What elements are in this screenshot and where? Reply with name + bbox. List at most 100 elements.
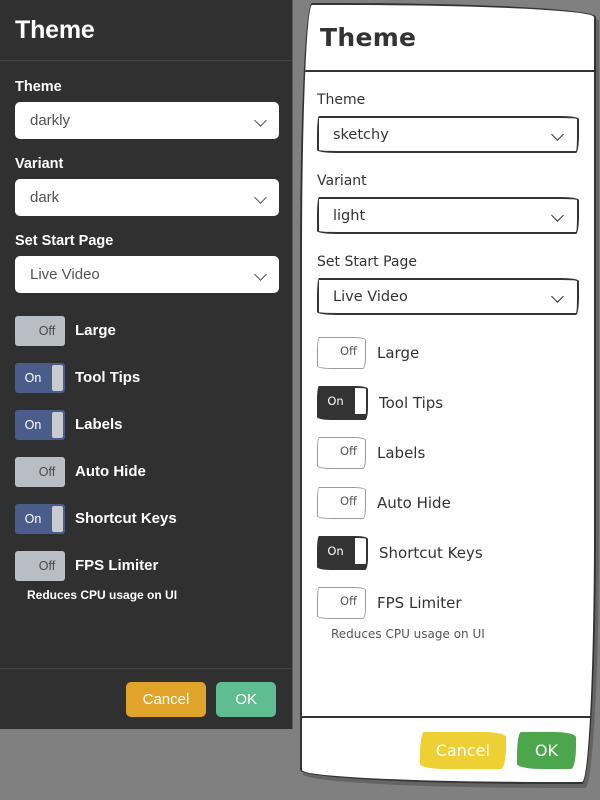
toggle-label-labels: Labels	[377, 444, 426, 462]
toggle-row-large: Off Large	[317, 337, 579, 369]
variant-field-label: Variant	[317, 173, 367, 189]
chevron-down-icon	[552, 209, 565, 222]
toggle-row-large: Off Large	[15, 314, 277, 347]
fps-limiter-helper-text: Reduces CPU usage on UI	[331, 627, 485, 641]
ok-button[interactable]: OK	[516, 731, 576, 769]
toggle-state-label: On	[24, 370, 42, 385]
large-toggle[interactable]: Off	[15, 315, 65, 346]
chevron-down-icon	[255, 114, 268, 127]
variant-select-value: light	[333, 207, 366, 224]
toggle-label-large: Large	[377, 344, 420, 362]
toggle-list: Off Large On Tool Tips On Labels Off Aut…	[15, 314, 277, 602]
theme-select-value: darkly	[30, 112, 71, 129]
toggle-label-fps-limiter: FPS Limiter	[75, 557, 159, 574]
auto-hide-toggle[interactable]: Off	[317, 487, 366, 519]
chevron-down-icon	[552, 290, 565, 303]
fps-limiter-toggle[interactable]: Off	[317, 587, 366, 619]
toggle-state-label: Off	[38, 323, 56, 338]
toggle-knob	[318, 338, 329, 364]
toggle-state-label: On	[327, 544, 344, 558]
theme-select-value: sketchy	[333, 126, 389, 143]
toggle-label-fps-limiter: FPS Limiter	[377, 594, 462, 612]
toggle-row-tool-tips: On Tool Tips	[317, 386, 579, 420]
toggle-knob	[17, 318, 28, 344]
darkly-theme-dialog: Theme Theme darkly Variant dark Set Star…	[0, 0, 293, 729]
toggle-row-tool-tips: On Tool Tips	[15, 361, 277, 394]
toggle-knob	[318, 488, 329, 514]
toggle-state-label: Off	[340, 494, 357, 508]
chevron-down-icon	[552, 128, 565, 141]
toggle-row-shortcut-keys: On Shortcut Keys	[317, 536, 579, 570]
theme-field-label: Theme	[317, 92, 366, 108]
dialog-header: Theme	[0, 0, 292, 61]
tool-tips-toggle[interactable]: On	[15, 362, 65, 393]
shortcut-keys-toggle[interactable]: On	[15, 503, 65, 534]
variant-select-value: dark	[30, 189, 60, 206]
page-title: Theme	[15, 15, 95, 44]
toggle-state-label: On	[24, 417, 42, 432]
tool-tips-toggle[interactable]: On	[317, 386, 368, 420]
toggle-knob	[52, 364, 63, 391]
large-toggle[interactable]: Off	[317, 337, 366, 369]
chevron-down-icon	[255, 191, 268, 204]
toggle-row-auto-hide: Off Auto Hide	[15, 455, 277, 488]
start-page-select[interactable]: Live Video	[317, 278, 579, 315]
toggle-label-auto-hide: Auto Hide	[75, 463, 146, 480]
toggle-row-labels: Off Labels	[317, 437, 579, 469]
cancel-button[interactable]: Cancel	[419, 731, 506, 769]
toggle-label-shortcut-keys: Shortcut Keys	[75, 510, 177, 527]
toggle-state-label: Off	[340, 444, 357, 458]
toggle-label-labels: Labels	[75, 416, 123, 433]
toggle-knob	[318, 588, 329, 614]
sketchy-theme-dialog: Theme Theme sketchy Variant light Set St…	[300, 3, 596, 784]
start-page-select-value: Live Video	[333, 288, 408, 305]
dialog-header: Theme	[302, 5, 594, 72]
toggle-knob	[52, 411, 63, 438]
toggle-label-tool-tips: Tool Tips	[379, 394, 444, 412]
variant-field-label: Variant	[15, 156, 64, 172]
toggle-knob	[318, 438, 329, 464]
variant-select[interactable]: light	[317, 197, 579, 234]
toggle-row-auto-hide: Off Auto Hide	[317, 487, 579, 519]
start-page-select-value: Live Video	[30, 266, 100, 283]
toggle-knob	[17, 553, 28, 579]
dialog-footer: Cancel OK	[0, 668, 292, 729]
start-page-select[interactable]: Live Video	[15, 256, 279, 293]
labels-toggle[interactable]: On	[15, 409, 65, 440]
start-page-field-label: Set Start Page	[15, 233, 114, 249]
toggle-knob	[17, 459, 28, 485]
toggle-knob	[355, 538, 366, 564]
fps-limiter-helper-text: Reduces CPU usage on UI	[27, 588, 178, 602]
toggle-row-labels: On Labels	[15, 408, 277, 441]
toggle-list: Off Large On Tool Tips Off Labels Off Au…	[317, 337, 579, 641]
dialog-footer: Cancel OK	[302, 716, 594, 782]
page-title: Theme	[320, 23, 417, 52]
toggle-label-large: Large	[75, 322, 116, 339]
theme-select[interactable]: darkly	[15, 102, 279, 139]
toggle-state-label: Off	[340, 594, 357, 608]
auto-hide-toggle[interactable]: Off	[15, 456, 65, 487]
toggle-label-auto-hide: Auto Hide	[377, 494, 451, 512]
shortcut-keys-toggle[interactable]: On	[317, 536, 368, 570]
labels-toggle[interactable]: Off	[317, 437, 366, 469]
dialog-body: Theme sketchy Variant light Set Start Pa…	[302, 72, 594, 716]
toggle-state-label: On	[327, 394, 344, 408]
start-page-field-label: Set Start Page	[317, 254, 417, 270]
cancel-button[interactable]: Cancel	[125, 681, 207, 717]
theme-field-label: Theme	[15, 79, 62, 95]
variant-select[interactable]: dark	[15, 179, 279, 216]
toggle-label-shortcut-keys: Shortcut Keys	[379, 544, 483, 562]
chevron-down-icon	[255, 268, 268, 281]
theme-select[interactable]: sketchy	[317, 116, 579, 153]
toggle-row-fps-limiter: Off FPS Limiter	[317, 587, 579, 619]
toggle-knob	[52, 505, 63, 532]
toggle-row-shortcut-keys: On Shortcut Keys	[15, 502, 277, 535]
ok-button[interactable]: OK	[216, 681, 276, 717]
toggle-knob	[355, 388, 366, 414]
fps-limiter-toggle[interactable]: Off	[15, 550, 65, 581]
toggle-state-label: Off	[38, 464, 56, 479]
toggle-state-label: On	[24, 511, 42, 526]
toggle-row-fps-limiter: Off FPS Limiter	[15, 549, 277, 582]
dialog-body: Theme darkly Variant dark Set Start Page…	[0, 61, 292, 667]
toggle-state-label: Off	[38, 558, 56, 573]
